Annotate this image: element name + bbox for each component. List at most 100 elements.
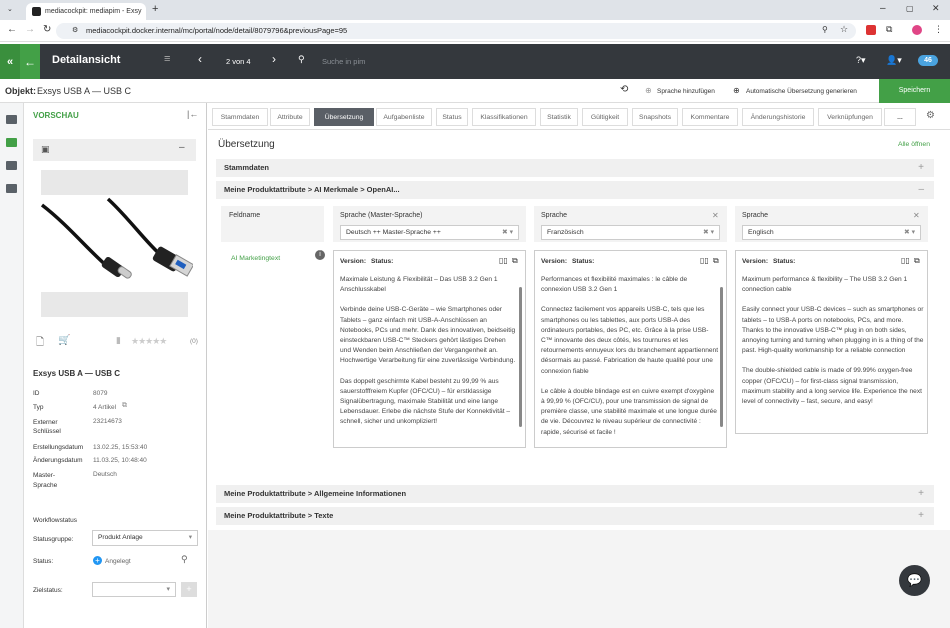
- rating-stars[interactable]: ★★★★★: [131, 336, 167, 347]
- list-icon[interactable]: [6, 115, 17, 124]
- profile-icon[interactable]: [912, 25, 922, 35]
- section-stammdaten[interactable]: Stammdaten +: [216, 159, 934, 177]
- book-icon[interactable]: ▯▯: [901, 256, 910, 265]
- tab-statistik[interactable]: Statistik: [540, 108, 578, 126]
- tab-klassifikationen[interactable]: Klassifikationen: [472, 108, 536, 126]
- menu-kebab-icon[interactable]: ⋮: [934, 24, 943, 35]
- section-texte[interactable]: Meine Produktattribute > Texte +: [216, 507, 934, 525]
- chat-button[interactable]: 💬: [899, 565, 930, 596]
- copy-icon[interactable]: ⧉: [713, 256, 719, 266]
- section-ai-merkmale[interactable]: Meine Produktattribute > AI Merkmale > O…: [216, 181, 934, 199]
- sync-icon[interactable]: ⟲: [620, 84, 628, 95]
- reload-icon[interactable]: ↻: [43, 24, 51, 35]
- settings-gear-icon[interactable]: ⚙: [926, 110, 935, 121]
- tab-aufgabenliste[interactable]: Aufgabenliste: [376, 108, 432, 126]
- language-select[interactable]: Deutsch ++ Master-Sprache ++ ✖ ▾: [340, 225, 519, 240]
- tab-attribute[interactable]: Attribute: [270, 108, 310, 126]
- remove-language-icon[interactable]: ✕: [712, 211, 719, 220]
- tab-aenderungshistorie[interactable]: Änderungshistorie: [742, 108, 814, 126]
- maximize-icon[interactable]: ▢: [906, 4, 914, 13]
- expand-icon: +: [918, 162, 924, 173]
- tab-snapshots[interactable]: Snapshots: [632, 108, 678, 126]
- clear-chevron-icon[interactable]: ✖ ▾: [904, 226, 915, 239]
- translation-box-fr: Version: Status: ▯▯ ⧉ Performances et fl…: [534, 250, 727, 448]
- browser-tab[interactable]: mediacockpit: mediapim - Exsy ✕: [26, 3, 146, 20]
- add-language-button[interactable]: Sprache hinzufügen: [657, 88, 715, 95]
- search-input[interactable]: Suche in pim: [322, 57, 365, 66]
- extension-icon[interactable]: [866, 25, 876, 35]
- back-icon[interactable]: ←: [7, 24, 17, 35]
- tab-more[interactable]: ...: [884, 108, 916, 126]
- image-placeholder-bottom: [41, 292, 188, 317]
- translation-text[interactable]: Performances et flexibilité maximales : …: [541, 275, 719, 447]
- translation-text[interactable]: Maximum performance & flexibility – The …: [742, 275, 924, 433]
- apply-status-button[interactable]: +: [181, 582, 197, 597]
- close-window-icon[interactable]: ✕: [932, 3, 940, 14]
- forward-icon[interactable]: →: [25, 24, 35, 35]
- prev-icon[interactable]: ‹: [198, 52, 202, 66]
- url-field[interactable]: mediacockpit.docker.internal/mc/portal/n…: [56, 23, 856, 39]
- save-button[interactable]: Speichern: [879, 79, 950, 103]
- info-icon[interactable]: i: [315, 250, 325, 260]
- tab-uebersetzung[interactable]: Übersetzung: [314, 108, 374, 126]
- tag-icon[interactable]: [6, 184, 17, 193]
- section-allgemeine-informationen[interactable]: Meine Produktattribute > Allgemeine Info…: [216, 485, 934, 503]
- prop-value: 13.02.25, 15:53:40: [93, 444, 148, 451]
- collapse-panel-icon[interactable]: |←: [187, 109, 198, 119]
- puzzle-icon[interactable]: ⧉: [886, 24, 892, 35]
- monitor-icon[interactable]: [6, 138, 17, 147]
- open-all-link[interactable]: Alle öffnen: [898, 141, 930, 148]
- next-icon[interactable]: ›: [272, 52, 276, 66]
- column-header: Sprache: [742, 212, 769, 219]
- auto-translate-button[interactable]: Automatische Übersetzung generieren: [746, 88, 857, 95]
- remove-language-icon[interactable]: ✕: [913, 211, 920, 220]
- language-select[interactable]: Französisch ✖ ▾: [541, 225, 720, 240]
- status-label: Status:: [572, 258, 595, 265]
- external-link-icon[interactable]: ⧉: [122, 402, 127, 410]
- paragraph: Performances et flexibilité maximales : …: [541, 276, 688, 294]
- address-bar: ← → ↻ mediacockpit.docker.internal/mc/po…: [0, 20, 950, 42]
- back-arrow-icon[interactable]: ←: [20, 44, 40, 79]
- book-icon[interactable]: ▯▯: [700, 256, 709, 265]
- tab-gueltigkeit[interactable]: Gültigkeit: [582, 108, 628, 126]
- help-icon[interactable]: ?▾: [856, 55, 866, 66]
- chevron-down-icon: ▾: [166, 586, 170, 593]
- clear-chevron-icon[interactable]: ✖ ▾: [703, 226, 714, 239]
- tab-kommentare[interactable]: Kommentare: [682, 108, 738, 126]
- zielstatus-select[interactable]: ▾: [92, 582, 176, 597]
- status-search-icon[interactable]: ⚲: [181, 554, 188, 565]
- book-icon[interactable]: ▯▯: [499, 256, 508, 265]
- close-tab-icon[interactable]: ✕: [145, 8, 146, 16]
- cube-icon[interactable]: [6, 161, 17, 170]
- copy-icon[interactable]: ⧉: [914, 256, 920, 266]
- paragraph: Maximale Leistung & Flexibilität – Das U…: [340, 276, 498, 294]
- tab-status[interactable]: Status: [436, 108, 468, 126]
- bookmark-star-icon[interactable]: ☆: [840, 24, 848, 35]
- scrollbar[interactable]: [720, 287, 723, 427]
- user-icon[interactable]: 👤▾: [886, 55, 902, 66]
- minimize-image-icon[interactable]: –: [179, 142, 185, 153]
- tab-stammdaten[interactable]: Stammdaten: [212, 108, 268, 126]
- tab-list-chevron-icon[interactable]: ⌄: [7, 5, 13, 13]
- clear-chevron-icon[interactable]: ✖ ▾: [502, 226, 513, 239]
- document-icon[interactable]: 🗋: [36, 335, 44, 352]
- scrollbar[interactable]: [519, 287, 522, 427]
- statusgruppe-select[interactable]: Produkt Anlage ▾: [92, 530, 198, 546]
- site-info-icon[interactable]: ⚙: [72, 26, 78, 34]
- language-select[interactable]: Englisch ✖ ▾: [742, 225, 921, 240]
- cart-icon[interactable]: 🛒: [58, 335, 70, 346]
- copy-icon[interactable]: ⧉: [512, 256, 518, 266]
- notifications-badge[interactable]: 46: [918, 55, 938, 66]
- feldname-label: Feldname: [229, 212, 261, 219]
- language-select-value: Englisch: [748, 229, 774, 236]
- zoom-icon[interactable]: ⚲: [822, 25, 828, 34]
- status-label: Status:: [773, 258, 796, 265]
- hamburger-icon[interactable]: ≡: [164, 53, 170, 65]
- workflow-title: Workflowstatus: [33, 517, 77, 524]
- collapse-nav-icon[interactable]: «: [0, 44, 20, 79]
- translation-text[interactable]: Maximale Leistung & Flexibilität – Das U…: [340, 275, 518, 447]
- tab-verknuepfungen[interactable]: Verknüpfungen: [818, 108, 882, 126]
- minimize-icon[interactable]: –: [880, 3, 886, 14]
- bookmark-icon[interactable]: ▮: [116, 335, 121, 346]
- new-tab-icon[interactable]: +: [152, 3, 158, 15]
